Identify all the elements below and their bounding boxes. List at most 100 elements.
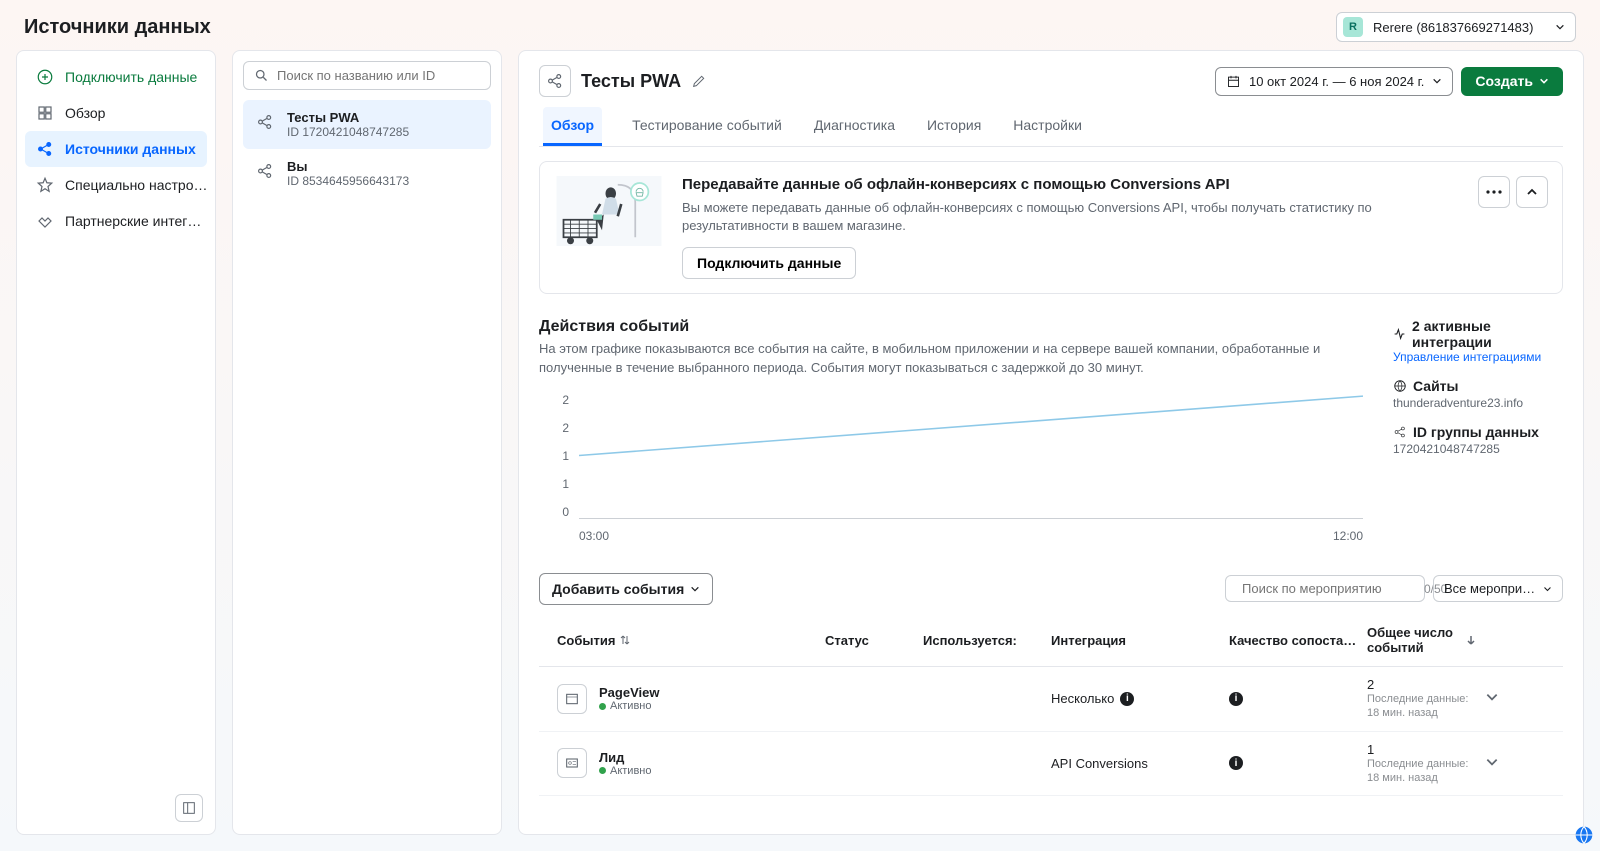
col-status: Статус bbox=[825, 633, 915, 648]
entity-title: Тесты PWA bbox=[581, 71, 681, 92]
promo-title: Передавайте данные об офлайн-конверсиях … bbox=[682, 176, 1460, 193]
date-range-picker[interactable]: 10 окт 2024 г. — 6 ноя 2024 г. bbox=[1215, 67, 1453, 96]
info-icon[interactable]: i bbox=[1229, 756, 1243, 770]
col-events[interactable]: События bbox=[557, 633, 817, 648]
tab-overview[interactable]: Обзор bbox=[543, 107, 602, 146]
event-name: PageView bbox=[599, 685, 659, 700]
event-filter[interactable]: Все мероприят… bbox=[1433, 575, 1563, 602]
event-status: Активно bbox=[599, 765, 652, 777]
chart-x-axis: 03:00 12:00 bbox=[579, 529, 1363, 543]
event-search[interactable]: 0/50 bbox=[1225, 575, 1425, 602]
page-title: Источники данных bbox=[24, 16, 211, 39]
promo-more-button[interactable] bbox=[1478, 176, 1510, 208]
chevron-down-icon bbox=[1539, 76, 1549, 86]
lead-icon bbox=[557, 748, 587, 778]
quality-cell: i bbox=[1229, 756, 1359, 770]
globe-help-icon[interactable] bbox=[1574, 825, 1594, 845]
sidebar-item-label: Специально настро… bbox=[65, 177, 207, 193]
edit-icon[interactable] bbox=[691, 73, 707, 89]
entity-pixel-icon bbox=[539, 65, 571, 97]
account-picker[interactable]: R Rerere (861837669271483) bbox=[1336, 12, 1576, 42]
total-cell: 1 Последние данные: 18 мин. назад bbox=[1367, 742, 1477, 786]
source-title: Тесты PWA bbox=[287, 110, 409, 125]
source-item-1[interactable]: Вы ID 8534645956643173 bbox=[243, 149, 491, 198]
pageview-icon bbox=[557, 684, 587, 714]
search-icon bbox=[254, 68, 269, 83]
table-row[interactable]: PageView Активно Несколько i i 2 bbox=[539, 667, 1563, 732]
tabs: Обзор Тестирование событий Диагностика И… bbox=[539, 107, 1563, 147]
promo-connect-button[interactable]: Подключить данные bbox=[682, 247, 856, 279]
tab-settings[interactable]: Настройки bbox=[1011, 107, 1084, 146]
source-search-input[interactable] bbox=[277, 68, 480, 83]
event-name: Лид bbox=[599, 750, 652, 765]
sidebar-item-data-sources[interactable]: Источники данных bbox=[25, 131, 207, 167]
sidebar-item-partner[interactable]: Партнерские интег… bbox=[25, 203, 207, 239]
total-cell: 2 Последние данные: 18 мин. назад bbox=[1367, 677, 1477, 721]
sidebar-item-label: Источники данных bbox=[65, 141, 196, 157]
account-avatar: R bbox=[1343, 17, 1363, 37]
chevron-down-icon bbox=[1555, 22, 1565, 32]
main-panel: Тесты PWA 10 окт 2024 г. — 6 ноя 2024 г.… bbox=[518, 50, 1584, 835]
chevron-down-icon bbox=[1485, 690, 1499, 704]
chevron-up-icon bbox=[1526, 186, 1538, 198]
source-search[interactable] bbox=[243, 61, 491, 90]
source-title: Вы bbox=[287, 159, 409, 174]
status-dot-active bbox=[599, 767, 606, 774]
manage-integrations-link[interactable]: Управление интеграциями bbox=[1393, 350, 1563, 364]
sites-label: Сайты bbox=[1413, 378, 1459, 394]
pixel-icon bbox=[1393, 425, 1407, 439]
sidebar-item-label: Подключить данные bbox=[65, 69, 197, 85]
chart-y-axis: 2 2 1 1 0 bbox=[539, 393, 569, 519]
pixel-icon bbox=[253, 159, 277, 183]
promo-text: Вы можете передавать данные об офлайн-ко… bbox=[682, 199, 1460, 235]
col-quality: Качество сопоста… bbox=[1229, 633, 1359, 648]
info-icon[interactable]: i bbox=[1120, 692, 1134, 706]
sidebar-item-overview[interactable]: Обзор bbox=[25, 95, 207, 131]
event-search-input[interactable] bbox=[1242, 581, 1418, 596]
status-dot-active bbox=[599, 703, 606, 710]
group-label: ID группы данных bbox=[1413, 424, 1539, 440]
table-header: События Статус Используется: Интеграция … bbox=[539, 615, 1563, 667]
col-total[interactable]: Общее число событий bbox=[1367, 625, 1477, 656]
source-item-0[interactable]: Тесты PWA ID 1720421048747285 bbox=[243, 100, 491, 149]
promo-collapse-button[interactable] bbox=[1516, 176, 1548, 208]
handshake-icon bbox=[35, 211, 55, 231]
plus-circle-icon bbox=[35, 67, 55, 87]
collapse-sidebar-button[interactable] bbox=[175, 794, 203, 822]
star-icon bbox=[35, 175, 55, 195]
expand-row-button[interactable] bbox=[1485, 755, 1515, 772]
integrations-count: 2 активные интеграции bbox=[1412, 318, 1563, 350]
chevron-down-icon bbox=[1485, 755, 1499, 769]
sort-icon bbox=[619, 634, 631, 646]
sidebar-item-label: Партнерские интег… bbox=[65, 213, 201, 229]
pixel-icon bbox=[253, 110, 277, 134]
activity-icon bbox=[1393, 327, 1406, 341]
info-sidebar: 2 активные интеграции Управление интегра… bbox=[1393, 318, 1563, 542]
sidebar: Подключить данные Обзор Источники данных… bbox=[16, 50, 216, 835]
sidebar-item-label: Обзор bbox=[65, 105, 105, 121]
expand-row-button[interactable] bbox=[1485, 690, 1515, 707]
chart-plot bbox=[579, 393, 1363, 519]
create-button[interactable]: Создать bbox=[1461, 67, 1563, 96]
source-id: ID 8534645956643173 bbox=[287, 174, 409, 188]
add-events-button[interactable]: Добавить события bbox=[539, 573, 713, 605]
tab-history[interactable]: История bbox=[925, 107, 983, 146]
quality-cell: i bbox=[1229, 692, 1359, 706]
events-desc: На этом графике показываются все события… bbox=[539, 340, 1363, 376]
tab-diagnostics[interactable]: Диагностика bbox=[812, 107, 897, 146]
collapse-icon bbox=[181, 800, 197, 816]
promo-card: Передавайте данные об офлайн-конверсиях … bbox=[539, 161, 1563, 294]
info-icon[interactable]: i bbox=[1229, 692, 1243, 706]
integration-cell: API Conversions bbox=[1051, 756, 1221, 771]
sidebar-item-custom[interactable]: Специально настро… bbox=[25, 167, 207, 203]
sidebar-item-connect-data[interactable]: Подключить данные bbox=[25, 59, 207, 95]
account-label: Rerere (861837669271483) bbox=[1373, 20, 1533, 35]
source-id: ID 1720421048747285 bbox=[287, 125, 409, 139]
chevron-down-icon bbox=[1432, 76, 1442, 86]
chevron-down-icon bbox=[690, 584, 700, 594]
event-status: Активно bbox=[599, 700, 659, 712]
table-row[interactable]: Лид Активно API Conversions i 1 После bbox=[539, 732, 1563, 797]
promo-illustration bbox=[554, 176, 664, 246]
tab-test-events[interactable]: Тестирование событий bbox=[630, 107, 784, 146]
event-filter-label: Все мероприят… bbox=[1444, 581, 1537, 596]
